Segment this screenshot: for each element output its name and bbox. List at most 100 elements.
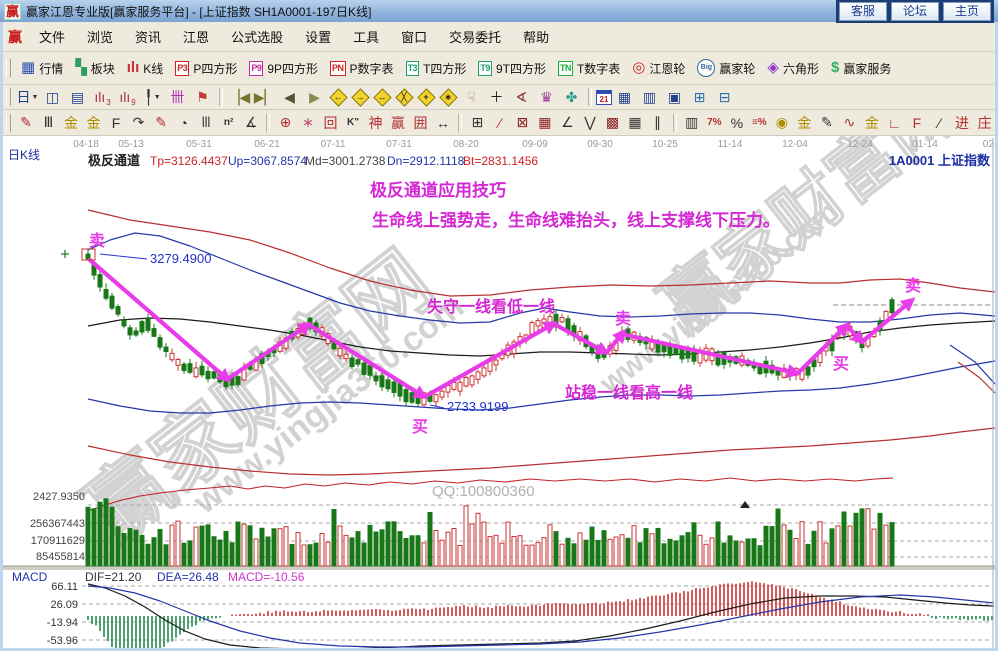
share-tool-icon[interactable]: ⊞ bbox=[687, 87, 712, 107]
pattern-tool-icon[interactable]: 卌 bbox=[165, 87, 190, 107]
ray-fan-tool-icon[interactable]: ∕ bbox=[489, 113, 512, 133]
first-page-button-icon[interactable]: ▕◀ bbox=[227, 87, 252, 107]
gold-circle-tool-icon[interactable]: ◉ bbox=[771, 113, 794, 133]
grid-frame-tool-icon[interactable]: ⊞ bbox=[466, 113, 489, 133]
pan-left-tool-icon[interactable]: ← bbox=[327, 87, 349, 107]
kline-button[interactable]: ılıK线 bbox=[121, 56, 170, 80]
p-square-button[interactable]: P3P四方形 bbox=[169, 56, 243, 80]
calendar-tool-icon[interactable]: 21 bbox=[596, 90, 612, 105]
chart-canvas[interactable]: 赢家财富网www.yingjia360.com赢家财富网www.yingjia3… bbox=[0, 136, 998, 651]
shen-ruler-tool-icon[interactable]: 神 bbox=[364, 113, 387, 133]
ying-ruler-tool-icon[interactable]: 赢 bbox=[387, 113, 410, 133]
dark-grid-tool-icon[interactable]: ▩ bbox=[601, 113, 624, 133]
hexagon-button[interactable]: ◈六角形 bbox=[761, 56, 825, 80]
pan-horizontal-tool-icon[interactable]: ↔ bbox=[371, 87, 393, 107]
angle-ruler-icon[interactable]: ∡ bbox=[240, 113, 263, 133]
angle-lines-tool-icon[interactable]: ∠ bbox=[556, 113, 579, 133]
spiral-tool-icon[interactable]: ✤ bbox=[559, 87, 584, 107]
homepage-button[interactable]: 主页 bbox=[943, 2, 991, 21]
quotes-button[interactable]: ▦行情 bbox=[15, 56, 69, 80]
t-number-table-button[interactable]: TNT数字表 bbox=[552, 56, 626, 80]
pan-right-tool-icon[interactable]: → bbox=[349, 87, 371, 107]
menu-item-7[interactable]: 工具 bbox=[342, 24, 390, 49]
next-page-button-icon[interactable]: ▶ bbox=[302, 87, 327, 107]
menu-item-8[interactable]: 窗口 bbox=[390, 24, 438, 49]
zhuang-tool-icon[interactable]: 庄 bbox=[973, 113, 996, 133]
forum-button[interactable]: 论坛 bbox=[891, 2, 939, 21]
ray-grid-tool-icon[interactable]: ▦ bbox=[534, 113, 557, 133]
menu-item-2[interactable]: 浏览 bbox=[76, 24, 124, 49]
p-number-table-button[interactable]: PNP数字表 bbox=[324, 56, 400, 80]
data-transfer-tool-icon[interactable]: ⊟ bbox=[712, 87, 737, 107]
prev-page-button-icon[interactable]: ◀ bbox=[277, 87, 302, 107]
gold-lines-tool-icon[interactable]: 金 bbox=[793, 113, 816, 133]
indicator-flag-tool-icon[interactable]: ⚑ bbox=[190, 87, 215, 107]
angle-measure-tool-icon[interactable]: ∢ bbox=[509, 87, 534, 107]
fibonacci-ruler-icon[interactable]: F bbox=[105, 113, 128, 133]
last-page-button-icon[interactable]: ▶▏ bbox=[252, 87, 277, 107]
parallel-lines-tool-icon[interactable]: ∥ bbox=[646, 113, 669, 133]
gann-wheel-button[interactable]: ◎江恩轮 bbox=[626, 56, 691, 80]
calculator-tool-icon[interactable]: ▦ bbox=[612, 87, 637, 107]
menu-item-3[interactable]: 资讯 bbox=[124, 24, 172, 49]
candle-style-tool-icon[interactable]: ╿▼ bbox=[140, 87, 165, 107]
winner-service-button[interactable]: $赢家服务 bbox=[825, 56, 897, 80]
percent-lines-tool-icon[interactable]: ≡% bbox=[748, 113, 771, 133]
9t-square-button[interactable]: T99T四方形 bbox=[472, 56, 552, 80]
9p-square-button[interactable]: P99P四方形 bbox=[243, 56, 324, 80]
pencil-flag-tool-icon[interactable]: ✎ bbox=[816, 113, 839, 133]
hand-tool-icon[interactable]: ☟ bbox=[459, 87, 484, 107]
bars-9-view-icon[interactable]: ılı9 bbox=[115, 87, 140, 107]
j-angle-tool-icon[interactable]: ∟ bbox=[883, 113, 906, 133]
grid-123-tool-icon[interactable]: 囲 bbox=[409, 113, 432, 133]
p-number-table-button-icon: PN bbox=[330, 61, 346, 76]
info-panel-tool-icon[interactable]: ▤ bbox=[65, 87, 90, 107]
percent-tool-icon[interactable]: % bbox=[726, 113, 749, 133]
gann-target-tool-icon[interactable]: ⊕ bbox=[274, 113, 297, 133]
n-square-ruler-icon[interactable]: n² bbox=[217, 113, 240, 133]
zoom-diagonal-tool-icon[interactable]: ╳ bbox=[393, 87, 415, 107]
jin-tool-icon[interactable]: 进 bbox=[951, 113, 974, 133]
sectors-button[interactable]: ▚板块 bbox=[69, 56, 121, 80]
percent-chart-tool-icon[interactable]: ▥ bbox=[681, 113, 704, 133]
expand-all-tool-icon[interactable]: ∗ bbox=[437, 87, 459, 107]
menu-item-6[interactable]: 设置 bbox=[294, 24, 342, 49]
red-marker-tool-icon[interactable]: ✎ bbox=[150, 113, 173, 133]
ray-box-tool-icon[interactable]: ⊠ bbox=[511, 113, 534, 133]
v-lines-tool-icon[interactable]: ⋁ bbox=[579, 113, 602, 133]
t-square-button[interactable]: T3T四方形 bbox=[400, 56, 473, 80]
window-layout-tool-icon[interactable]: 日▼ bbox=[15, 87, 40, 107]
tick-ruler-tool-icon[interactable]: Ⅲ bbox=[37, 113, 60, 133]
seven-percent-tool-icon[interactable]: 7% bbox=[703, 113, 726, 133]
gold-bar-tool-icon[interactable]: 金 bbox=[861, 113, 884, 133]
chart-overview-tool-icon[interactable]: ◫ bbox=[40, 87, 65, 107]
bars-3-view-icon[interactable]: ılı3 bbox=[90, 87, 115, 107]
black-grid-tool-icon[interactable]: ▦ bbox=[624, 113, 647, 133]
winner-wheel-button[interactable]: Big赢家轮 bbox=[691, 56, 761, 80]
menu-item-10[interactable]: 帮助 bbox=[512, 24, 560, 49]
wave-tool-icon[interactable]: ∿ bbox=[838, 113, 861, 133]
square-spiral-tool-icon[interactable]: 回 bbox=[319, 113, 342, 133]
trade-signal-label: 卖 bbox=[89, 231, 105, 250]
pen-knife-tool-icon[interactable]: ✎ bbox=[15, 113, 38, 133]
arc-ruler-icon[interactable]: ↷ bbox=[127, 113, 150, 133]
gann-palace-tool-icon[interactable]: ♛ bbox=[534, 87, 559, 107]
cycle-ruler-icon[interactable]: ◔ bbox=[172, 113, 195, 133]
save-tool-icon[interactable]: ▣ bbox=[662, 87, 687, 107]
crosshair-tool-icon[interactable]: ＋ bbox=[484, 87, 509, 107]
notes-tool-icon[interactable]: ▥ bbox=[637, 87, 662, 107]
menu-item-5[interactable]: 公式选股 bbox=[220, 24, 294, 49]
plain-ruler-icon[interactable]: Ⅲ bbox=[195, 113, 218, 133]
f-angle-tool-icon[interactable]: F bbox=[906, 113, 929, 133]
gann-web-tool-icon[interactable]: ∗ bbox=[297, 113, 320, 133]
golden-ratio-ruler-1-icon[interactable]: 金 bbox=[60, 113, 83, 133]
k-ticks-tool-icon[interactable]: K" bbox=[342, 113, 365, 133]
zoom-all-tool-icon[interactable]: + bbox=[415, 87, 437, 107]
menu-item-4[interactable]: 江恩 bbox=[172, 24, 220, 49]
span-arrow-tool-icon[interactable]: ↔ bbox=[432, 113, 455, 133]
slope-tool-icon[interactable]: ∕ bbox=[928, 113, 951, 133]
customer-service-button[interactable]: 客服 bbox=[839, 2, 887, 21]
menu-item-9[interactable]: 交易委托 bbox=[438, 24, 512, 49]
golden-ratio-ruler-2-icon[interactable]: 金 bbox=[82, 113, 105, 133]
menu-item-1[interactable]: 文件 bbox=[28, 24, 76, 49]
